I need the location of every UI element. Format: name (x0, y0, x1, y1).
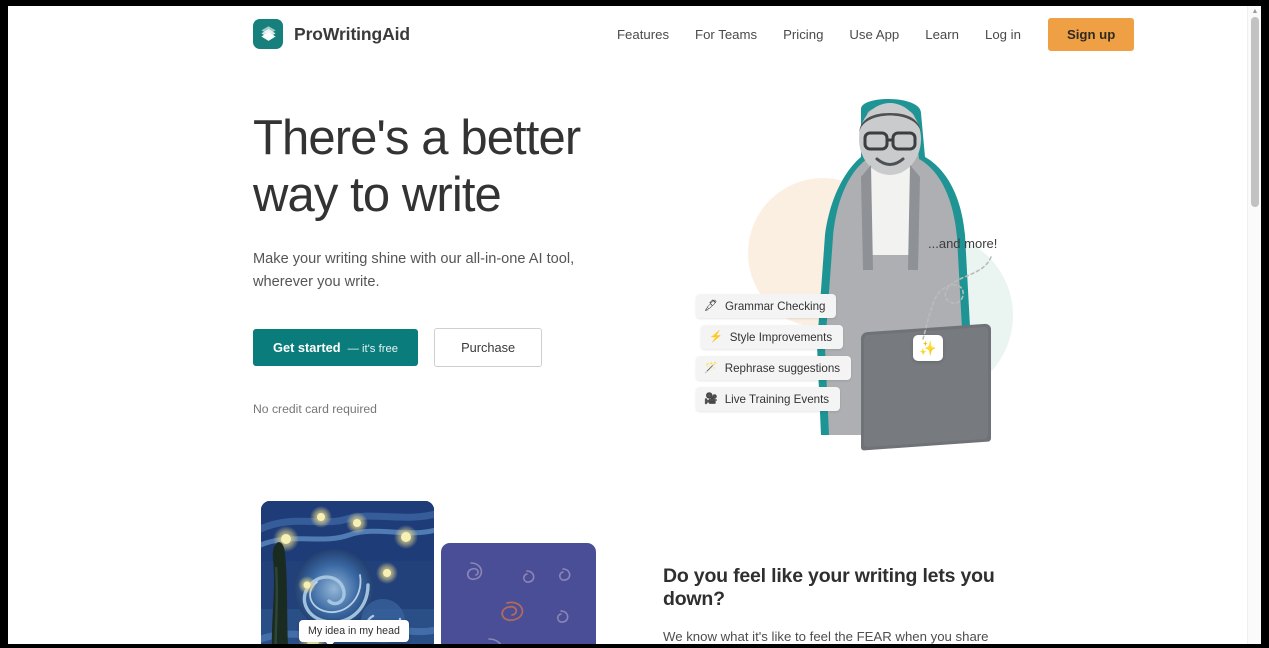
purchase-button[interactable]: Purchase (434, 328, 543, 367)
feature-chip: 🎥 Live Training Events (696, 387, 841, 411)
nav-item-learn[interactable]: Learn (912, 27, 972, 42)
artwork-illustration: My idea in my head (253, 501, 613, 644)
hero-actions: Get started — it's free Purchase (253, 328, 653, 367)
section-title: Do you feel like your writing lets you d… (663, 565, 995, 610)
main-navigation: Features For Teams Pricing Use App Learn… (604, 6, 1135, 63)
hero-copy: There's a better way to write Make your … (253, 110, 653, 416)
section-body: We know what it's like to feel the FEAR … (663, 629, 989, 644)
page-title: There's a better way to write (253, 111, 581, 222)
feature-chip-label: Rephrase suggestions (724, 361, 841, 375)
nav-item-features[interactable]: Features (604, 27, 682, 42)
browser-window: ProWritingAid Features For Teams Pricing… (8, 6, 1261, 644)
scrollbar-thumb[interactable] (1251, 17, 1259, 207)
site-header: ProWritingAid Features For Teams Pricing… (8, 6, 1247, 63)
sign-up-button[interactable]: Sign up (1047, 18, 1135, 51)
artwork-caption: My idea in my head (299, 620, 409, 644)
get-started-label: Get started (273, 340, 341, 355)
brand-logo[interactable]: ProWritingAid (253, 19, 410, 49)
feature-chip-label: Style Improvements (729, 330, 833, 344)
feature-chip-label: Live Training Events (724, 392, 830, 406)
hero-section: There's a better way to write Make your … (8, 63, 1247, 493)
magic-wand-icon: 🪄 (704, 361, 718, 374)
doodle-panel (441, 543, 596, 644)
movie-camera-icon: 🎥 (704, 392, 718, 405)
scroll-up-arrow-icon[interactable]: ▲ (1251, 8, 1259, 16)
lightning-bolt-icon: ⚡ (709, 330, 723, 343)
feature-chip: ⚡ Style Improvements (701, 325, 844, 349)
nav-item-for-teams[interactable]: For Teams (682, 27, 770, 42)
vertical-scrollbar[interactable]: ▲ (1247, 6, 1261, 644)
lower-copy: Do you feel like your writing lets you d… (663, 565, 1023, 644)
no-credit-card-note: No credit card required (253, 402, 377, 416)
and-more-label: ...and more! (928, 236, 998, 251)
page-viewport: ProWritingAid Features For Teams Pricing… (8, 6, 1261, 644)
hero-illustration: ✨ ...and more! 🖋 Grammar Checking ⚡ Styl… (663, 83, 1083, 463)
get-started-suffix: — it's free (347, 343, 399, 355)
feature-chip-label: Grammar Checking (724, 299, 826, 313)
feature-chip: 🪄 Rephrase suggestions (696, 356, 852, 380)
get-started-button[interactable]: Get started — it's free (253, 329, 419, 366)
dotted-arrow-icon (922, 256, 992, 340)
feather-pen-icon: 🖋 (704, 299, 718, 312)
brand-name: ProWritingAid (294, 23, 411, 44)
nav-item-pricing[interactable]: Pricing (770, 27, 836, 42)
stacked-books-icon (253, 19, 283, 49)
lower-section: My idea in my head Do you feel like your… (8, 493, 1247, 644)
hero-subtitle: Make your writing shine with our all-in-… (253, 251, 575, 290)
nav-item-use-app[interactable]: Use App (836, 27, 912, 42)
nav-item-log-in[interactable]: Log in (972, 27, 1034, 42)
feature-chip: 🖋 Grammar Checking (696, 294, 837, 318)
